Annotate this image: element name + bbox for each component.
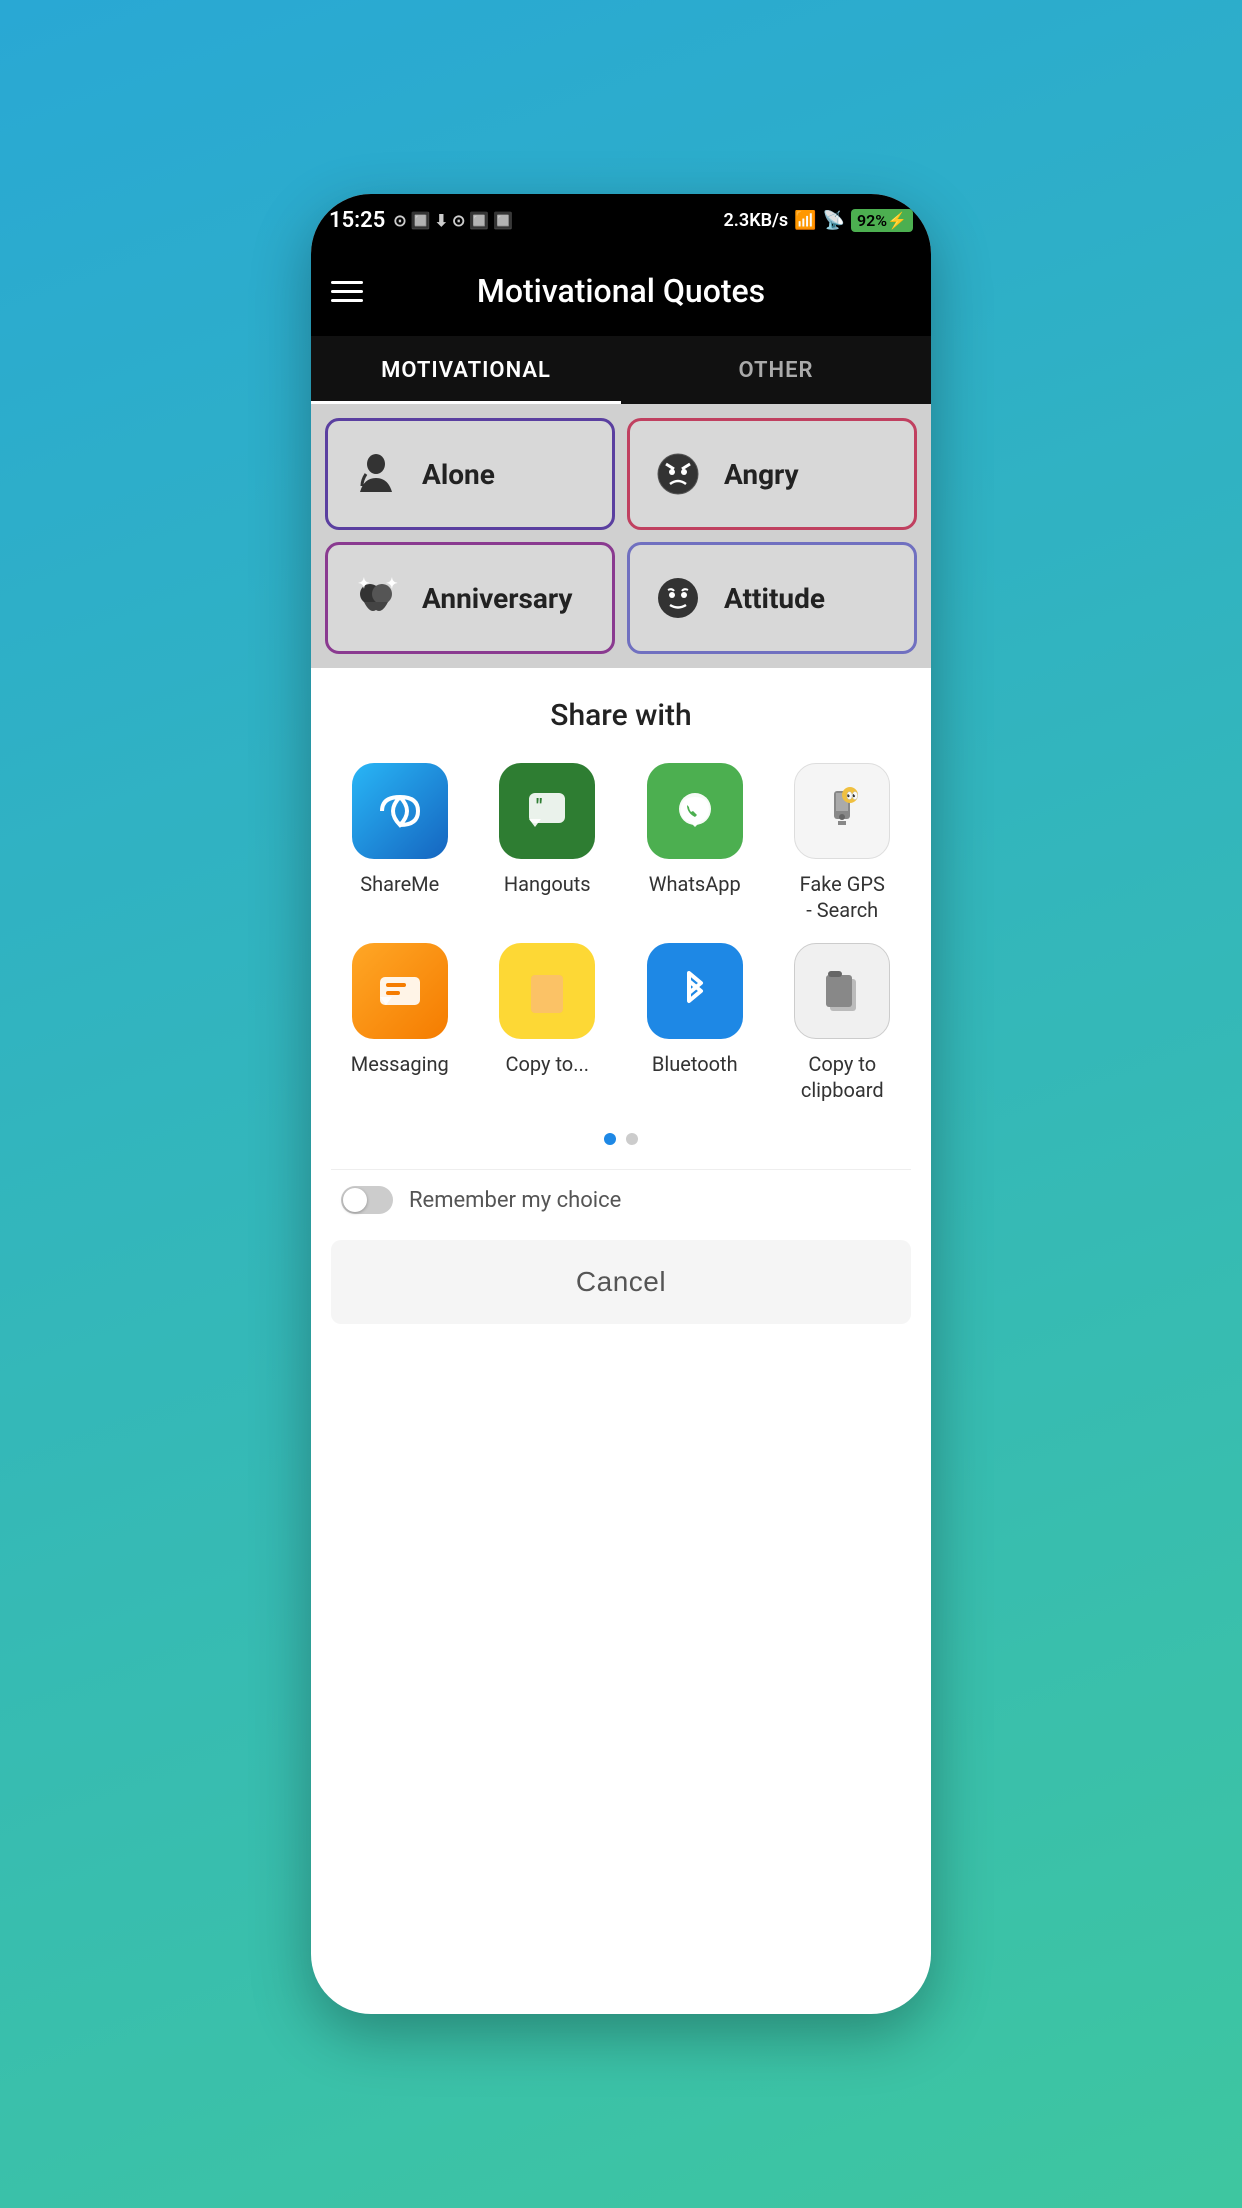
- attitude-icon: [650, 570, 706, 626]
- hamburger-line: [331, 290, 363, 293]
- copyclipboard-label: Copy to clipboard: [774, 1051, 912, 1103]
- remember-label: Remember my choice: [409, 1188, 621, 1213]
- fakegps-label: Fake GPS- Search: [800, 871, 885, 923]
- dot-2: [626, 1133, 638, 1145]
- network-speed: 2.3KB/s: [724, 210, 789, 231]
- fakegps-icon: 👀: [794, 763, 890, 859]
- svg-text:✦: ✦: [358, 576, 370, 592]
- alone-label: Alone: [422, 458, 495, 491]
- app-title: Motivational Quotes: [383, 272, 859, 310]
- shareme-icon: [352, 763, 448, 859]
- tab-bar: MOTIVATIONAL OTHER: [311, 336, 931, 404]
- battery: 92%⚡: [851, 209, 913, 232]
- hangouts-label: Hangouts: [504, 871, 591, 897]
- angry-label: Angry: [724, 458, 799, 491]
- pagination-dots: [331, 1133, 911, 1145]
- share-item-copyto[interactable]: Copy to...: [479, 943, 617, 1103]
- bluetooth-label: Bluetooth: [652, 1051, 738, 1077]
- share-sheet: Share with ShareMe ": [311, 668, 931, 1344]
- remember-toggle[interactable]: [341, 1186, 393, 1214]
- hamburger-line: [331, 281, 363, 284]
- status-bar: 15:25 ⊙ 🔲 ⬇ ⊙ 🔲 🔲 2.3KB/s 📶 📡 92%⚡: [311, 194, 931, 246]
- share-item-bluetooth[interactable]: Bluetooth: [626, 943, 764, 1103]
- time: 15:25: [329, 208, 385, 233]
- svg-text:✦: ✦: [386, 576, 398, 592]
- shareme-label: ShareMe: [360, 871, 439, 897]
- category-alone[interactable]: Alone: [325, 418, 615, 530]
- share-item-messaging[interactable]: Messaging: [331, 943, 469, 1103]
- messaging-icon: [352, 943, 448, 1039]
- tab-motivational[interactable]: MOTIVATIONAL: [311, 336, 621, 404]
- svg-text:👀: 👀: [846, 791, 858, 802]
- app-bar: Motivational Quotes: [311, 246, 931, 336]
- attitude-label: Attitude: [724, 582, 825, 615]
- dot-1: [604, 1133, 616, 1145]
- status-icons: ⊙ 🔲 ⬇ ⊙ 🔲 🔲: [393, 211, 513, 230]
- anniversary-label: Anniversary: [422, 582, 573, 615]
- angry-icon: [650, 446, 706, 502]
- copyto-icon: [499, 943, 595, 1039]
- copyclipboard-icon: [794, 943, 890, 1039]
- phone-frame: 15:25 ⊙ 🔲 ⬇ ⊙ 🔲 🔲 2.3KB/s 📶 📡 92%⚡ Motiv…: [311, 194, 931, 2014]
- share-item-hangouts[interactable]: " Hangouts: [479, 763, 617, 923]
- share-item-whatsapp[interactable]: WhatsApp: [626, 763, 764, 923]
- cancel-button[interactable]: Cancel: [331, 1240, 911, 1324]
- category-grid: Alone Angry: [311, 404, 931, 668]
- status-left: 15:25 ⊙ 🔲 ⬇ ⊙ 🔲 🔲: [329, 208, 513, 233]
- share-item-copyclipboard[interactable]: Copy to clipboard: [774, 943, 912, 1103]
- wifi-icon: 📡: [823, 210, 845, 231]
- category-anniversary[interactable]: ✦ ✦ Anniversary: [325, 542, 615, 654]
- category-attitude[interactable]: Attitude: [627, 542, 917, 654]
- svg-text:": ": [536, 794, 542, 818]
- alone-icon: [348, 446, 404, 502]
- hangouts-icon: ": [499, 763, 595, 859]
- share-item-shareme[interactable]: ShareMe: [331, 763, 469, 923]
- share-grid: ShareMe " Hangouts: [331, 763, 911, 1103]
- share-item-fakegps[interactable]: 👀 Fake GPS- Search: [774, 763, 912, 923]
- whatsapp-label: WhatsApp: [649, 871, 741, 897]
- hamburger-line: [331, 299, 363, 302]
- messaging-label: Messaging: [351, 1051, 449, 1077]
- signal-icons: 📶: [794, 210, 816, 231]
- anniversary-icon: ✦ ✦: [348, 570, 404, 626]
- status-right: 2.3KB/s 📶 📡 92%⚡: [724, 209, 913, 232]
- remember-row: Remember my choice: [331, 1169, 911, 1230]
- tab-other[interactable]: OTHER: [621, 336, 931, 404]
- menu-button[interactable]: [331, 281, 363, 302]
- bluetooth-icon: [647, 943, 743, 1039]
- category-angry[interactable]: Angry: [627, 418, 917, 530]
- share-title: Share with: [331, 698, 911, 733]
- whatsapp-icon: [647, 763, 743, 859]
- copyto-label: Copy to...: [505, 1051, 589, 1077]
